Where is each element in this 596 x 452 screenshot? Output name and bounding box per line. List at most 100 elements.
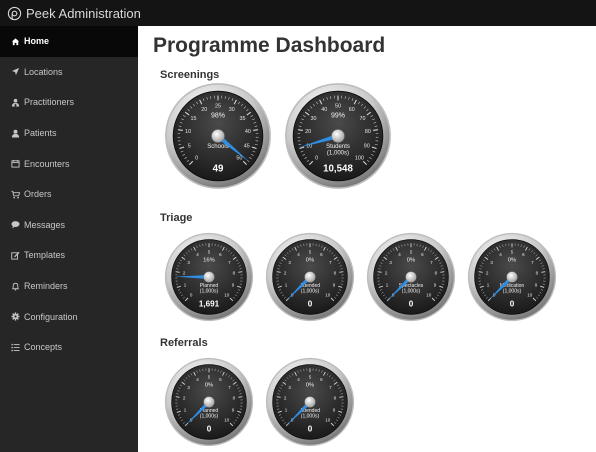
gauge-value: 0: [510, 300, 515, 309]
gauge-tick-label: 0: [195, 155, 198, 161]
gauge-tick: [175, 271, 180, 273]
sidebar-item-label: Encounters: [24, 158, 70, 169]
gauge-tick-label: 15: [191, 116, 197, 122]
gauge-label: (1,000s): [200, 413, 219, 419]
gauge-tick-label: 40: [245, 129, 251, 135]
gauge-tick-label: 50: [335, 104, 341, 110]
gauge-percent: 0%: [508, 258, 516, 264]
gear-icon: [11, 312, 20, 321]
gauge-tick: [177, 129, 183, 131]
gauge-tick: [478, 271, 483, 273]
gauge-label: Schools: [207, 144, 228, 150]
gauge-triage-spectacles: 0123456789100%Spectacles(1,000s)0: [366, 232, 456, 322]
gauge-schools: 05 10 15 20 25 30 35 40 4550 98% Schools 49: [165, 83, 271, 189]
gauge-tick-label: 40: [321, 107, 327, 113]
sidebar-item-orders[interactable]: Orders: [0, 179, 138, 210]
gauge-tick: [541, 271, 546, 273]
sidebar: Home Locations Practitioners Patients En…: [0, 26, 138, 452]
gauge-label: (1,000s): [402, 288, 421, 294]
section-title-screenings: Screenings: [160, 69, 220, 81]
gauge-tick-label: 10: [527, 292, 533, 297]
sidebar-item-label: Orders: [24, 189, 52, 200]
user-md-icon: [11, 98, 20, 107]
gauge-needle-cap: [506, 271, 518, 283]
sidebar-item-reminders[interactable]: Reminders: [0, 271, 138, 302]
sidebar-item-home[interactable]: Home: [0, 26, 138, 57]
gauge-tick-label: 10: [426, 292, 432, 297]
gauge-tick: [238, 271, 243, 273]
gauge-needle-cap: [331, 129, 345, 143]
sidebar-item-practitioners[interactable]: Practitioners: [0, 87, 138, 118]
gauge-tick: [339, 271, 344, 273]
edit-icon: [11, 251, 20, 260]
gauge-label: (1,000s): [503, 288, 522, 294]
gauge-tick-label: 100: [355, 155, 364, 161]
gauge-tick-label: 60: [349, 107, 355, 113]
gauge-value: 0: [207, 425, 212, 434]
sidebar-item-label: Patients: [24, 128, 57, 139]
gauge-tick-label: 20: [305, 129, 311, 135]
gauge-label: (1,000s): [301, 413, 320, 419]
sidebar-item-label: Configuration: [24, 311, 78, 322]
gauge-value: 10,548: [323, 164, 353, 175]
gauge-value: 1,691: [199, 300, 220, 309]
gauge-tick-label: 5: [188, 143, 191, 149]
sidebar-item-label: Practitioners: [24, 97, 75, 108]
gauge-needle-cap: [203, 396, 215, 408]
comment-icon: [11, 220, 20, 229]
calendar-icon: [11, 159, 20, 168]
sidebar-item-configuration[interactable]: Configuration: [0, 301, 138, 332]
gauge-percent: 0%: [306, 383, 314, 389]
gauge-tick-label: 90: [364, 143, 370, 149]
gauge-tick-label: 10: [185, 129, 191, 135]
section-title-triage: Triage: [160, 212, 193, 224]
gauge-tick-label: 20: [201, 107, 207, 113]
gauge-tick-label: 10: [224, 292, 230, 297]
gauge-referrals-planned: 0123456789100%Planned(1,000s)0: [164, 357, 254, 447]
peek-logo-icon: [7, 6, 22, 20]
gauge-tick-label: 10: [224, 417, 230, 422]
gauge-label: (1,000s): [301, 288, 320, 294]
gauge-needle-cap: [304, 396, 316, 408]
gauge-needle-cap: [304, 271, 316, 283]
sidebar-item-label: Reminders: [24, 281, 68, 292]
gauge-tick-label: 70: [359, 116, 365, 122]
gauge-tick-label: 10: [325, 417, 331, 422]
gauge-needle-cap: [211, 129, 225, 143]
gauge-tick: [253, 129, 259, 131]
sidebar-item-messages[interactable]: Messages: [0, 210, 138, 241]
list-icon: [11, 343, 20, 352]
gauge-tick: [297, 129, 303, 131]
sidebar-item-label: Home: [24, 36, 50, 47]
brand[interactable]: Peek Administration: [7, 6, 141, 21]
gauge-referrals-attended: 0123456789100%Attended(1,000s)0: [265, 357, 355, 447]
gauge-tick-label: 45: [244, 143, 250, 149]
main-content: Programme Dashboard Screenings Triage Re…: [138, 26, 596, 452]
sidebar-item-concepts[interactable]: Concepts: [0, 332, 138, 363]
gauge-value: 0: [409, 300, 414, 309]
gauge-tick: [440, 271, 445, 273]
gauge-triage-attended: 0123456789100%Attended(1,000s)0: [265, 232, 355, 322]
gauge-label: (1,000s): [200, 288, 219, 294]
page-title: Programme Dashboard: [153, 34, 386, 57]
gauge-label: (1,000s): [327, 151, 349, 157]
sidebar-item-patients[interactable]: Patients: [0, 118, 138, 149]
sidebar-item-templates[interactable]: Templates: [0, 240, 138, 271]
home-icon: [11, 37, 20, 46]
gauge-triage-planned: 01234567891016%Planned(1,000s)1,691: [164, 232, 254, 322]
sidebar-item-encounters[interactable]: Encounters: [0, 148, 138, 179]
sidebar-item-label: Concepts: [24, 342, 63, 353]
gauge-tick-label: 50: [236, 155, 242, 161]
gauge-needle-cap: [405, 271, 417, 283]
gauge-tick-label: 30: [229, 107, 235, 113]
top-navbar: Peek Administration: [0, 0, 596, 26]
sidebar-item-locations[interactable]: Locations: [0, 57, 138, 88]
gauge-tick-label: 35: [239, 116, 245, 122]
gauge-tick: [276, 271, 281, 273]
sidebar-item-label: Templates: [24, 250, 66, 261]
gauge-tick-label: 30: [311, 116, 317, 122]
gauge-value: 0: [308, 300, 313, 309]
brand-title: Peek Administration: [26, 5, 141, 21]
location-arrow-icon: [11, 67, 20, 76]
gauge-value: 0: [308, 425, 313, 434]
